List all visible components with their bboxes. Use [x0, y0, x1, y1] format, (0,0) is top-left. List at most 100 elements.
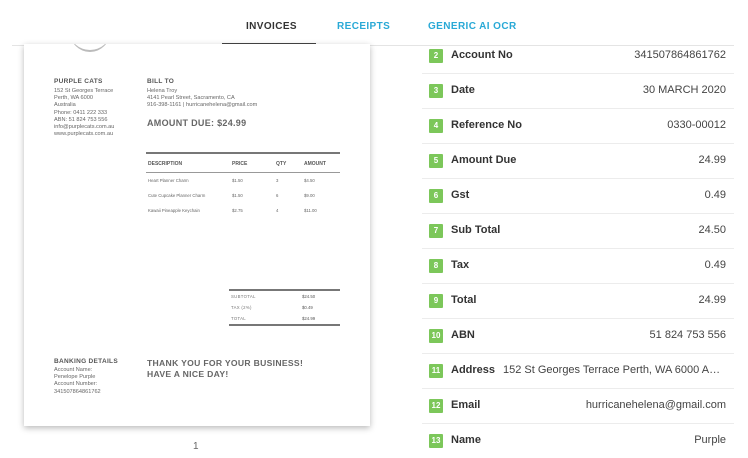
- amount-due: AMOUNT DUE: $24.99: [147, 118, 247, 128]
- page-number: 1: [193, 441, 199, 452]
- total-label: TOTAL: [231, 316, 246, 321]
- tax-label: TAX (2%): [231, 305, 252, 310]
- field-label: ABN: [451, 329, 475, 341]
- banking-details: BANKING DETAILS Account Name: Penelope P…: [54, 358, 118, 396]
- bill-to-address: 4141 Pearl Street, Sacramento, CA: [147, 95, 235, 102]
- cell-description: Cute Cupcake Planner Charm: [148, 193, 206, 198]
- invoice-preview[interactable]: PURPLE CATS 152 St Georges Terrace Perth…: [24, 44, 370, 426]
- field-label: Tax: [451, 259, 470, 271]
- totals-row: TOTAL $24.99: [229, 313, 340, 324]
- field-label: Sub Total: [451, 224, 501, 236]
- subtotal-value: $24.50: [302, 294, 316, 299]
- totals-row: TAX (2%) $0.49: [229, 302, 340, 313]
- field-row-abn[interactable]: 10 ABN 51 824 753 556: [422, 319, 734, 354]
- field-row-tax[interactable]: 8 Tax 0.49: [422, 249, 734, 284]
- field-index-badge: 7: [429, 224, 443, 238]
- field-row-date[interactable]: 3 Date 30 MARCH 2020: [422, 74, 734, 109]
- thank-you-line: THANK YOU FOR YOUR BUSINESS!: [147, 358, 304, 368]
- field-index-badge: 13: [429, 434, 443, 448]
- bill-to-heading: BILL TO: [147, 78, 175, 85]
- banking-line: Account Number:: [54, 381, 98, 388]
- field-label: Reference No: [451, 119, 522, 131]
- field-value: 24.50: [698, 224, 726, 236]
- field-index-badge: 8: [429, 259, 443, 273]
- bill-to-contact: 916-398-1161 | hurricanehelena@gmail.com: [147, 102, 258, 109]
- header-description: DESCRIPTION: [148, 161, 183, 167]
- field-label: Amount Due: [451, 154, 517, 166]
- field-row-reference-no[interactable]: 4 Reference No 0330-00012: [422, 109, 734, 144]
- invoice-totals: SUBTOTAL $24.50 TAX (2%) $0.49 TOTAL $24…: [229, 289, 340, 326]
- field-label: Account No: [451, 49, 513, 61]
- field-value: 0.49: [704, 189, 726, 201]
- field-value: 24.99: [698, 154, 726, 166]
- cell-qty: 6: [276, 193, 279, 198]
- field-value: 51 824 753 556: [649, 329, 726, 341]
- cell-qty: 3: [276, 178, 279, 183]
- field-index-badge: 10: [429, 329, 443, 343]
- tab-invoices[interactable]: INVOICES: [246, 21, 297, 32]
- cell-description: Kawaii Pineapple Keychain: [148, 208, 200, 213]
- field-row-email[interactable]: 12 Email hurricanehelena@gmail.com: [422, 389, 734, 424]
- table-header: DESCRIPTION PRICE QTY AMOUNT: [146, 154, 340, 172]
- cell-price: $2.75: [232, 208, 243, 213]
- table-row: Kawaii Pineapple Keychain $2.75 4 $11.00: [146, 203, 340, 218]
- cell-qty: 4: [276, 208, 279, 213]
- field-label: Gst: [451, 189, 470, 201]
- bill-to-name: Helena Troy: [147, 88, 178, 94]
- field-value: 30 MARCH 2020: [642, 84, 726, 96]
- field-index-badge: 5: [429, 154, 443, 168]
- cell-amount: $4.50: [304, 178, 315, 183]
- cell-amount: $9.00: [304, 193, 315, 198]
- company-website: www.purplecats.com.au: [54, 131, 114, 138]
- field-value: hurricanehelena@gmail.com: [585, 399, 726, 411]
- field-value: 0330-00012: [667, 119, 726, 131]
- field-row-gst[interactable]: 6 Gst 0.49: [422, 179, 734, 214]
- field-index-badge: 9: [429, 294, 443, 308]
- field-value: Purple: [694, 434, 726, 446]
- field-label: Name: [451, 434, 481, 446]
- line-items-table: DESCRIPTION PRICE QTY AMOUNT Heart Plann…: [146, 152, 340, 218]
- extracted-fields-list: 2 Account No 341507864861762 3 Date 30 M…: [422, 39, 734, 458]
- banking-line: Account Name:: [54, 367, 93, 373]
- field-row-name[interactable]: 13 Name Purple: [422, 424, 734, 458]
- header-qty: QTY: [276, 161, 287, 167]
- field-value: 24.99: [698, 294, 726, 306]
- field-value: 341507864861762: [634, 49, 726, 61]
- tax-value: $0.49: [302, 305, 313, 310]
- tab-receipts[interactable]: RECEIPTS: [337, 21, 390, 32]
- cell-price: $1.50: [232, 193, 243, 198]
- field-row-total[interactable]: 9 Total 24.99: [422, 284, 734, 319]
- field-index-badge: 11: [429, 364, 443, 378]
- banking-heading: BANKING DETAILS: [54, 358, 118, 365]
- company-phone: Phone: 0411 222 333: [54, 109, 108, 116]
- field-value: 0.49: [704, 259, 726, 271]
- subtotal-label: SUBTOTAL: [231, 294, 256, 299]
- field-index-badge: 3: [429, 84, 443, 98]
- field-label: Email: [451, 399, 481, 411]
- bill-to: BILL TO Helena Troy 4141 Pearl Street, S…: [147, 78, 347, 110]
- field-label: Date: [451, 84, 475, 96]
- field-row-address[interactable]: 11 Address 152 St Georges Terrace Perth,…: [422, 354, 734, 389]
- banking-line: 341507864861762: [54, 388, 101, 395]
- field-row-amount-due[interactable]: 5 Amount Due 24.99: [422, 144, 734, 179]
- total-value: $24.99: [302, 316, 316, 321]
- banking-line: Penelope Purple: [54, 374, 96, 381]
- field-label: Total: [451, 294, 477, 306]
- field-value: 152 St Georges Terrace Perth, WA 6000 Au…: [503, 364, 726, 376]
- tab-generic-ai-ocr[interactable]: GENERIC AI OCR: [428, 21, 517, 32]
- field-index-badge: 2: [429, 49, 443, 63]
- thank-you-line: HAVE A NICE DAY!: [147, 369, 229, 379]
- thank-you-message: THANK YOU FOR YOUR BUSINESS! HAVE A NICE…: [147, 358, 303, 380]
- totals-row: SUBTOTAL $24.50: [229, 291, 340, 302]
- table-row: Cute Cupcake Planner Charm $1.50 6 $9.00: [146, 188, 340, 203]
- field-label: Address: [451, 364, 496, 376]
- field-index-badge: 12: [429, 399, 443, 413]
- field-row-account-no[interactable]: 2 Account No 341507864861762: [422, 39, 734, 74]
- table-row: Heart Planner Charm $1.50 3 $4.50: [146, 173, 340, 188]
- field-row-sub-total[interactable]: 7 Sub Total 24.50: [422, 214, 734, 249]
- totals-bottom-rule: [229, 324, 340, 326]
- header-price: PRICE: [232, 161, 248, 167]
- company-logo: [70, 44, 110, 52]
- field-index-badge: 6: [429, 189, 443, 203]
- header-amount: AMOUNT: [304, 161, 326, 167]
